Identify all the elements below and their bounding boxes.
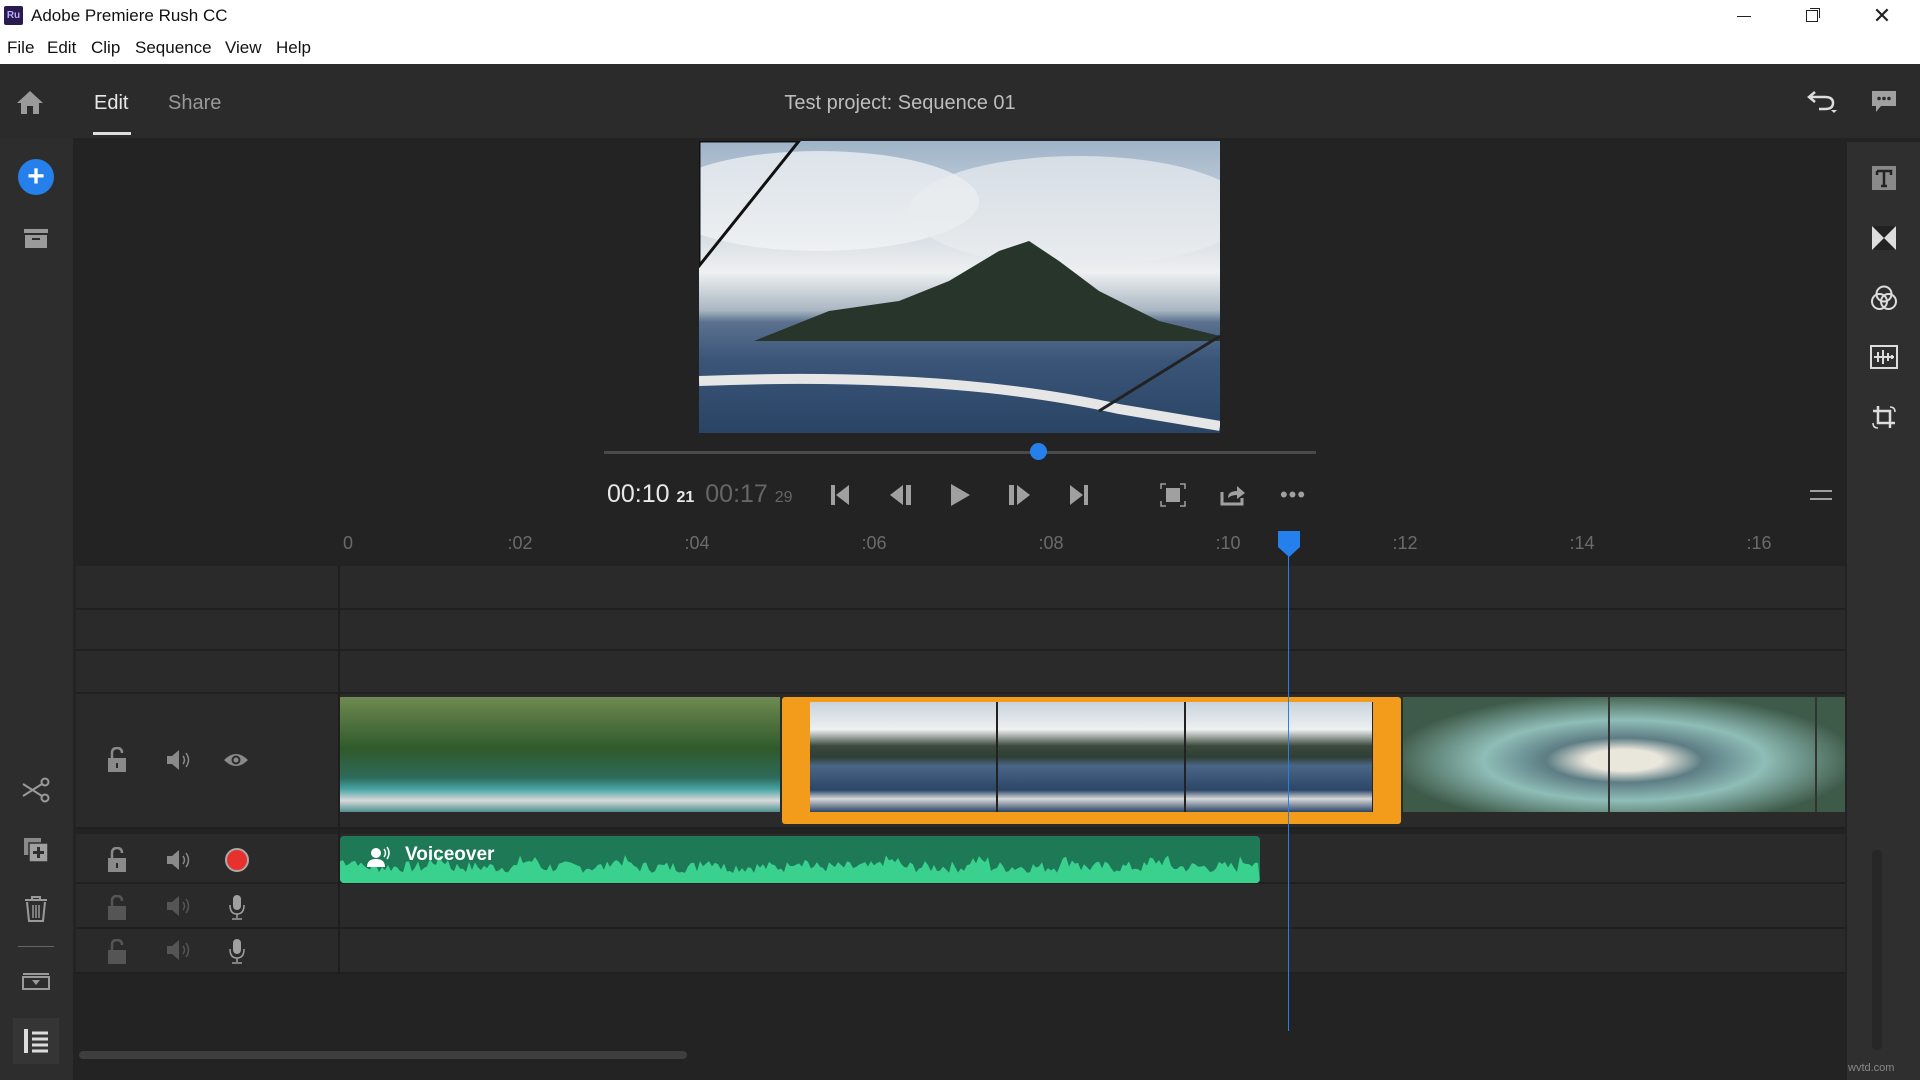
comments-icon[interactable] <box>1866 84 1902 120</box>
preview-scrubber-track[interactable] <box>604 451 1316 454</box>
color-icon[interactable] <box>1866 280 1902 316</box>
tab-share[interactable]: Share <box>168 92 221 115</box>
duplicate-icon[interactable] <box>18 832 54 868</box>
empty-track-row <box>76 610 1845 651</box>
speaker-icon[interactable] <box>163 935 195 965</box>
left-sidebar: + <box>0 138 73 1080</box>
duration-frames: 29 <box>774 489 793 506</box>
speaker-icon[interactable] <box>163 845 195 875</box>
ruler-label: :06 <box>861 533 887 553</box>
collapse-tracks-icon[interactable] <box>18 963 54 999</box>
menu-edit[interactable]: Edit <box>47 38 76 58</box>
go-to-end-button[interactable] <box>1061 477 1097 513</box>
play-button[interactable] <box>942 477 978 513</box>
add-media-button[interactable]: + <box>18 159 54 195</box>
minimize-button[interactable] <box>1722 0 1766 32</box>
ruler-label: :16 <box>1746 533 1772 553</box>
current-frames: 21 <box>676 489 695 506</box>
speaker-icon[interactable] <box>163 745 195 775</box>
right-sidebar <box>1847 142 1920 1080</box>
lock-icon[interactable] <box>102 935 132 969</box>
voiceover-person-icon <box>367 846 390 867</box>
eye-icon[interactable] <box>220 745 252 775</box>
playhead-handle[interactable] <box>1278 531 1300 558</box>
timecode: 00:10 21 00:17 29 <box>607 480 793 509</box>
microphone-icon[interactable] <box>221 891 253 923</box>
tab-edit[interactable]: Edit <box>94 92 128 115</box>
menu-clip[interactable]: Clip <box>91 38 120 58</box>
empty-track-row <box>76 651 1845 694</box>
watermark: wvtd.com <box>1848 1062 1895 1074</box>
video-clip-sea-selected[interactable] <box>782 697 1401 824</box>
top-toolbar: Edit Share Test project: Sequence 01 <box>0 64 1920 138</box>
playhead-line <box>1288 548 1289 1031</box>
home-icon[interactable] <box>12 84 48 120</box>
video-preview[interactable] <box>699 141 1220 433</box>
audio-icon[interactable] <box>1866 339 1902 375</box>
fullscreen-button[interactable] <box>1155 477 1191 513</box>
transitions-icon[interactable] <box>1866 220 1902 256</box>
menu-sequence[interactable]: Sequence <box>135 38 212 58</box>
audio-clip-voiceover[interactable]: Voiceover <box>340 836 1260 883</box>
more-options-button[interactable]: ••• <box>1275 477 1311 513</box>
titles-icon[interactable] <box>1866 160 1902 196</box>
panel-menu-icon[interactable] <box>1803 477 1839 513</box>
lock-icon[interactable] <box>102 891 132 925</box>
speaker-icon[interactable] <box>163 891 195 921</box>
crop-transform-icon[interactable] <box>1866 399 1902 435</box>
preview-scrubber-handle[interactable] <box>1030 443 1048 460</box>
menu-help[interactable]: Help <box>276 38 311 58</box>
ruler-label: :14 <box>1569 533 1595 553</box>
timeline-horizontal-scrollbar[interactable] <box>79 1051 687 1059</box>
ruler-label: :10 <box>1215 533 1241 553</box>
active-tab-indicator <box>93 132 131 135</box>
timeline-vertical-scrollbar[interactable] <box>1872 850 1882 1050</box>
duration-time: 00:17 <box>705 480 768 508</box>
current-time: 00:10 <box>607 480 670 508</box>
ruler-label: :04 <box>684 533 710 553</box>
app-logo: Ru <box>4 6 23 25</box>
video-clip-aerial[interactable] <box>1403 697 1845 812</box>
step-forward-button[interactable] <box>1001 477 1037 513</box>
lock-icon[interactable] <box>102 843 132 877</box>
track-list-icon[interactable] <box>13 1018 59 1064</box>
ruler-label: :12 <box>1392 533 1418 553</box>
ruler-label: :08 <box>1038 533 1064 553</box>
title-bar: Ru Adobe Premiere Rush CC ✕ <box>0 0 1920 32</box>
close-button[interactable]: ✕ <box>1860 0 1904 32</box>
menu-bar: File Edit Clip Sequence View Help <box>0 32 1920 64</box>
project-title: Test project: Sequence 01 <box>784 92 1016 114</box>
video-clip-lagoon[interactable] <box>340 697 780 812</box>
menu-view[interactable]: View <box>225 38 262 58</box>
lock-icon[interactable] <box>102 743 132 777</box>
delete-trash-icon[interactable] <box>18 891 54 927</box>
export-frame-button[interactable] <box>1215 477 1251 513</box>
sidebar-divider <box>18 946 54 947</box>
split-scissors-icon[interactable] <box>18 772 54 808</box>
project-assets-icon[interactable] <box>18 220 54 256</box>
audio-track-row-2 <box>76 884 1845 929</box>
undo-icon[interactable] <box>1805 84 1841 120</box>
audio-track-row-3 <box>76 929 1845 974</box>
ruler-label: :02 <box>507 533 533 553</box>
microphone-icon[interactable] <box>221 935 253 967</box>
menu-file[interactable]: File <box>7 38 34 58</box>
record-voiceover-button[interactable] <box>221 844 253 876</box>
preview-frame-image <box>699 141 1220 431</box>
audio-clip-label: Voiceover <box>405 844 495 865</box>
window-title: Adobe Premiere Rush CC <box>31 6 228 25</box>
go-to-start-button[interactable] <box>822 477 858 513</box>
empty-track-row <box>76 566 1845 610</box>
restore-button[interactable] <box>1790 0 1834 32</box>
step-back-button[interactable] <box>883 477 919 513</box>
